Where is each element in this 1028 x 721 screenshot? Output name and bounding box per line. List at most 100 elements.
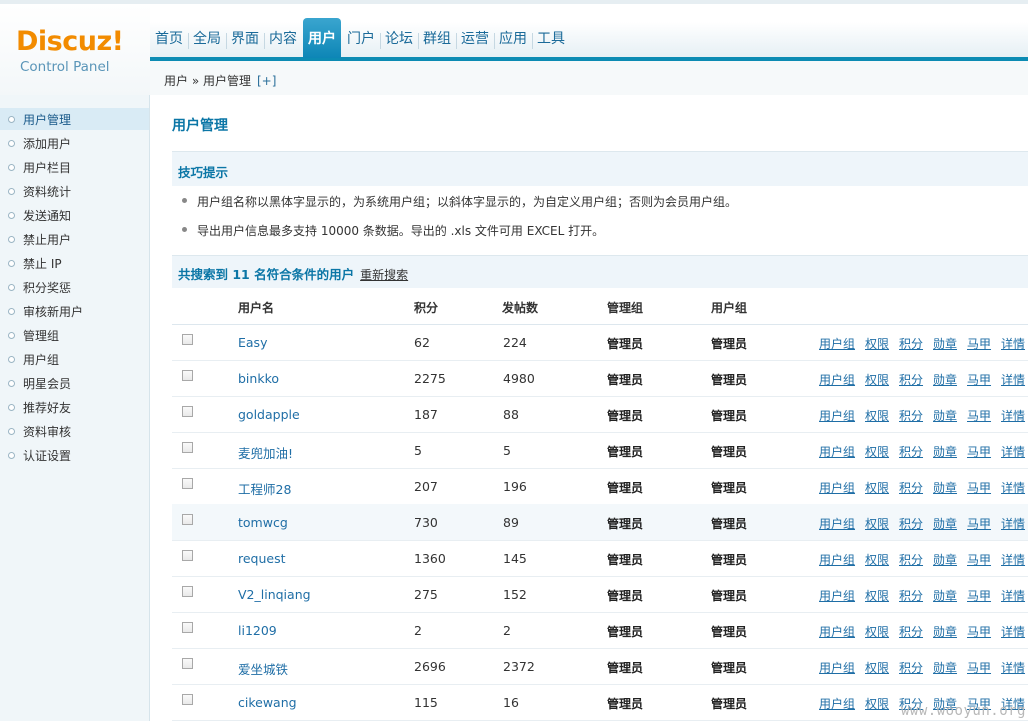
sidebar-item[interactable]: 禁止 IP (0, 252, 149, 274)
row-action-link[interactable]: 详情 (1001, 479, 1025, 496)
row-action-link[interactable]: 权限 (865, 551, 889, 568)
row-action-link[interactable]: 勋章 (933, 659, 957, 676)
logo[interactable]: Discuz! Control Panel (0, 4, 150, 95)
row-action-link[interactable]: 马甲 (967, 443, 991, 460)
sidebar-item[interactable]: 审核新用户 (0, 300, 149, 322)
username-link[interactable]: 爱坐城铁 (238, 659, 288, 678)
row-action-link[interactable]: 用户组 (819, 623, 855, 640)
row-action-link[interactable]: 勋章 (933, 515, 957, 532)
row-select-checkbox[interactable] (182, 550, 193, 561)
sidebar-item[interactable]: 明星会员 (0, 372, 149, 394)
row-action-link[interactable]: 马甲 (967, 623, 991, 640)
username-link[interactable]: Easy (238, 335, 267, 350)
nav-tab-3[interactable]: 内容 (264, 18, 302, 58)
row-action-link[interactable]: 详情 (1001, 587, 1025, 604)
sidebar-item[interactable]: 管理组 (0, 324, 149, 346)
row-action-link[interactable]: 勋章 (933, 335, 957, 352)
row-action-link[interactable]: 权限 (865, 407, 889, 424)
nav-tab-2[interactable]: 界面 (226, 18, 264, 58)
row-action-link[interactable]: 勋章 (933, 407, 957, 424)
row-action-link[interactable]: 权限 (865, 479, 889, 496)
row-action-link[interactable]: 积分 (899, 551, 923, 568)
nav-tab-5[interactable]: 门户 (342, 18, 380, 58)
row-action-link[interactable]: 积分 (899, 659, 923, 676)
username-link[interactable]: request (238, 551, 286, 566)
row-action-link[interactable]: 用户组 (819, 515, 855, 532)
row-action-link[interactable]: 积分 (899, 515, 923, 532)
row-action-link[interactable]: 勋章 (933, 371, 957, 388)
row-action-link[interactable]: 积分 (899, 479, 923, 496)
row-select-checkbox[interactable] (182, 622, 193, 633)
row-action-link[interactable]: 马甲 (967, 515, 991, 532)
row-action-link[interactable]: 权限 (865, 587, 889, 604)
row-action-link[interactable]: 权限 (865, 335, 889, 352)
row-action-link[interactable]: 用户组 (819, 587, 855, 604)
username-link[interactable]: V2_linqiang (238, 587, 311, 602)
row-action-link[interactable]: 积分 (899, 623, 923, 640)
sidebar-item[interactable]: 推荐好友 (0, 396, 149, 418)
username-link[interactable]: goldapple (238, 407, 300, 422)
username-link[interactable]: 工程师28 (238, 479, 291, 498)
row-action-link[interactable]: 马甲 (967, 551, 991, 568)
row-action-link[interactable]: 用户组 (819, 407, 855, 424)
row-action-link[interactable]: 用户组 (819, 551, 855, 568)
username-link[interactable]: binkko (238, 371, 279, 386)
row-action-link[interactable]: 权限 (865, 695, 889, 712)
nav-tab-0[interactable]: 首页 (150, 18, 188, 58)
row-action-link[interactable]: 详情 (1001, 623, 1025, 640)
row-action-link[interactable]: 详情 (1001, 551, 1025, 568)
row-action-link[interactable]: 积分 (899, 371, 923, 388)
sidebar-item[interactable]: 添加用户 (0, 132, 149, 154)
row-select-checkbox[interactable] (182, 586, 193, 597)
username-link[interactable]: cikewang (238, 695, 297, 710)
sidebar-item[interactable]: 禁止用户 (0, 228, 149, 250)
nav-tab-8[interactable]: 运营 (456, 18, 494, 58)
row-select-checkbox[interactable] (182, 442, 193, 453)
sidebar-item[interactable]: 资料审核 (0, 420, 149, 442)
nav-tab-9[interactable]: 应用 (494, 18, 532, 58)
row-action-link[interactable]: 用户组 (819, 695, 855, 712)
nav-tab-1[interactable]: 全局 (188, 18, 226, 58)
row-action-link[interactable]: 详情 (1001, 371, 1025, 388)
sidebar-item[interactable]: 资料统计 (0, 180, 149, 202)
row-action-link[interactable]: 积分 (899, 335, 923, 352)
row-action-link[interactable]: 勋章 (933, 623, 957, 640)
row-action-link[interactable]: 马甲 (967, 659, 991, 676)
row-action-link[interactable]: 用户组 (819, 443, 855, 460)
username-link[interactable]: li1209 (238, 623, 277, 638)
row-action-link[interactable]: 马甲 (967, 479, 991, 496)
sidebar-item[interactable]: 积分奖惩 (0, 276, 149, 298)
row-select-checkbox[interactable] (182, 370, 193, 381)
row-action-link[interactable]: 详情 (1001, 335, 1025, 352)
row-select-checkbox[interactable] (182, 514, 193, 525)
sidebar-item[interactable]: 用户组 (0, 348, 149, 370)
sidebar-item[interactable]: 认证设置 (0, 444, 149, 466)
nav-tab-10[interactable]: 工具 (532, 18, 570, 58)
row-action-link[interactable]: 勋章 (933, 479, 957, 496)
row-action-link[interactable]: 勋章 (933, 551, 957, 568)
row-action-link[interactable]: 积分 (899, 407, 923, 424)
row-select-checkbox[interactable] (182, 694, 193, 705)
sidebar-item[interactable]: 发送通知 (0, 204, 149, 226)
row-action-link[interactable]: 详情 (1001, 515, 1025, 532)
row-select-checkbox[interactable] (182, 478, 193, 489)
row-action-link[interactable]: 权限 (865, 659, 889, 676)
row-select-checkbox[interactable] (182, 658, 193, 669)
sidebar-item[interactable]: 用户栏目 (0, 156, 149, 178)
row-action-link[interactable]: 详情 (1001, 659, 1025, 676)
row-action-link[interactable]: 权限 (865, 443, 889, 460)
username-link[interactable]: tomwcg (238, 515, 288, 530)
nav-tab-7[interactable]: 群组 (418, 18, 456, 58)
row-action-link[interactable]: 勋章 (933, 443, 957, 460)
row-action-link[interactable]: 权限 (865, 515, 889, 532)
row-action-link[interactable]: 用户组 (819, 335, 855, 352)
row-action-link[interactable]: 马甲 (967, 371, 991, 388)
research-link[interactable]: 重新搜索 (360, 268, 408, 282)
row-action-link[interactable]: 马甲 (967, 587, 991, 604)
row-action-link[interactable]: 马甲 (967, 407, 991, 424)
row-action-link[interactable]: 用户组 (819, 479, 855, 496)
row-action-link[interactable]: 权限 (865, 623, 889, 640)
username-link[interactable]: 麦兜加油! (238, 443, 293, 462)
row-action-link[interactable]: 积分 (899, 443, 923, 460)
row-action-link[interactable]: 详情 (1001, 443, 1025, 460)
